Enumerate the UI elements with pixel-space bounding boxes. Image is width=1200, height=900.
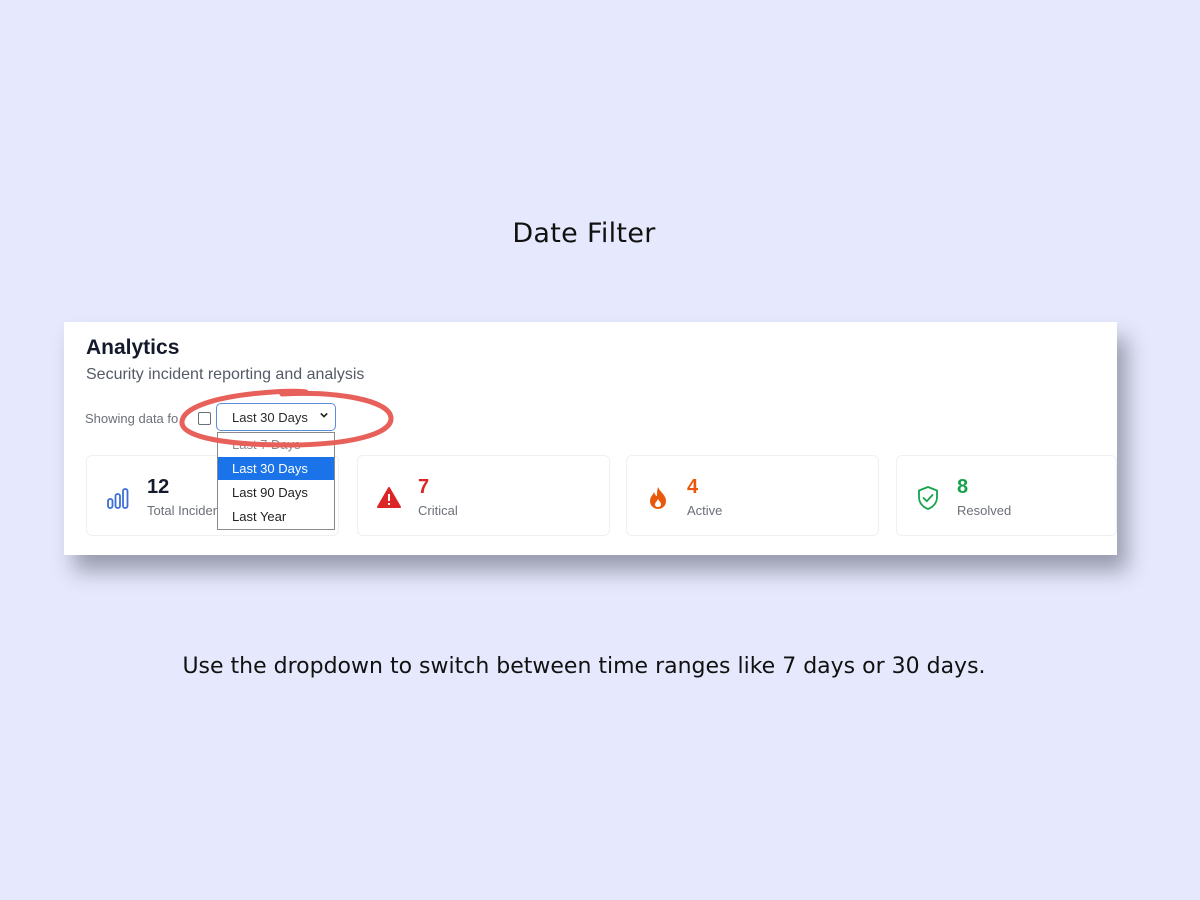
slide-caption: Use the dropdown to switch between time … (182, 654, 986, 679)
stat-label: Active (687, 503, 723, 518)
page-subtitle: Security incident reporting and analysis (86, 366, 365, 383)
bar-chart-icon (107, 488, 129, 509)
stat-card-critical: 7 Critical (357, 455, 610, 536)
stat-card-resolved: 8 Resolved (896, 455, 1117, 536)
date-range-dropdown: Last 7 Days Last 30 Days Last 90 Days La… (217, 432, 335, 530)
stat-card-active: 4 Active (626, 455, 879, 536)
stat-value: 4 (687, 476, 699, 498)
warning-icon (377, 487, 401, 508)
date-filter-label: Showing data fo (85, 411, 179, 426)
option-last-90-days[interactable]: Last 90 Days (218, 481, 334, 504)
fire-icon (650, 487, 666, 509)
page-title: Analytics (86, 336, 180, 359)
option-last-year[interactable]: Last Year (218, 505, 334, 528)
stat-label: Total Incidents (147, 503, 218, 518)
shield-check-icon (918, 486, 938, 510)
stat-value: 12 (147, 476, 170, 498)
analytics-panel: Analytics Security incident reporting an… (64, 322, 1117, 555)
stat-label: Resolved (957, 503, 1012, 518)
option-last-7-days[interactable]: Last 7 Days (218, 433, 334, 456)
date-range-select[interactable]: Last 30 Days (216, 403, 336, 431)
calendar-icon (198, 412, 211, 425)
stat-label: Critical (418, 503, 458, 518)
option-last-30-days[interactable]: Last 30 Days (218, 457, 334, 480)
slide-title: Date Filter (512, 218, 656, 249)
chevron-down-icon (320, 412, 328, 418)
stat-value: 7 (418, 476, 430, 498)
date-range-select-value: Last 30 Days (232, 410, 308, 425)
stat-value: 8 (957, 476, 969, 498)
